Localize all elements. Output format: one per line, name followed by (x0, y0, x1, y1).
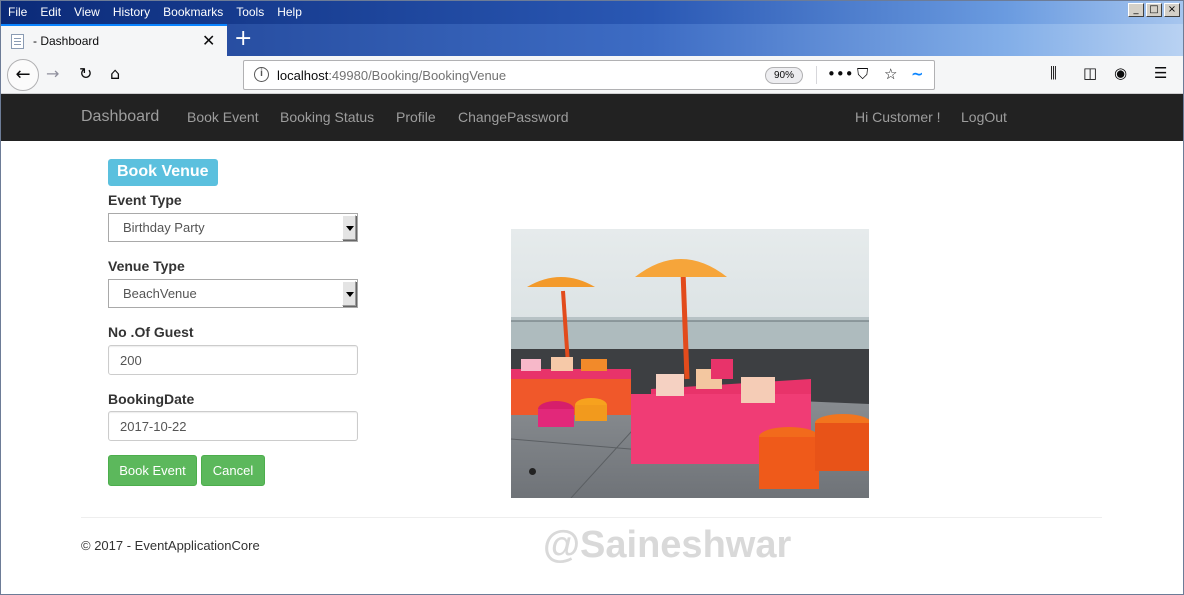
venue-type-label: Venue Type (108, 258, 185, 274)
event-type-select[interactable]: Birthday Party (108, 213, 358, 242)
page-favicon-icon (11, 34, 24, 49)
account-icon[interactable]: ◉ (1114, 64, 1127, 82)
cancel-button[interactable]: Cancel (201, 455, 265, 486)
menu-bookmarks[interactable]: Bookmarks (163, 5, 223, 19)
menu-help[interactable]: Help (277, 5, 302, 19)
url-text[interactable]: localhost:49980/Booking/BookingVenue (277, 68, 506, 83)
guests-input[interactable]: 200 (108, 345, 358, 375)
chevron-down-icon[interactable] (342, 281, 356, 306)
footer-copyright: © 2017 - EventApplicationCore (81, 538, 260, 553)
venue-type-value: BeachVenue (123, 286, 197, 301)
footer-divider (81, 517, 1102, 518)
rooftop-venue-photo (511, 229, 869, 498)
nav-logout[interactable]: LogOut (961, 109, 1007, 125)
close-window-button[interactable]: × (1164, 3, 1180, 17)
menu-bar: File Edit View History Bookmarks Tools H… (0, 0, 1184, 24)
booking-date-input[interactable]: 2017-10-22 (108, 411, 358, 441)
zoom-badge[interactable]: 90% (765, 67, 803, 84)
url-separator (816, 66, 817, 84)
venue-type-select[interactable]: BeachVenue (108, 279, 358, 308)
menu-history[interactable]: History (113, 5, 150, 19)
event-type-label: Event Type (108, 192, 182, 208)
chevron-down-icon[interactable] (342, 215, 356, 240)
tab-dashboard[interactable]: - Dashboard ✕ (0, 24, 227, 56)
nav-change-password[interactable]: ChangePassword (458, 109, 569, 125)
tab-title: - Dashboard (33, 34, 100, 48)
nav-book-event[interactable]: Book Event (187, 109, 259, 125)
menu-view[interactable]: View (74, 5, 100, 19)
bookmark-star-icon[interactable]: ☆ (884, 65, 897, 83)
nav-booking-status[interactable]: Booking Status (280, 109, 374, 125)
booking-date-value: 2017-10-22 (120, 419, 187, 434)
back-icon[interactable]: ← (7, 59, 39, 91)
tab-close-icon[interactable]: ✕ (202, 31, 215, 50)
site-navbar: Dashboard Book Event Booking Status Prof… (0, 94, 1184, 141)
nav-profile[interactable]: Profile (396, 109, 436, 125)
browser-toolbar: ← → ↻ ⌂ i localhost:49980/Booking/Bookin… (0, 56, 1184, 94)
guests-value: 200 (120, 353, 142, 368)
forward-icon[interactable]: → (46, 64, 59, 83)
new-tab-icon[interactable]: + (234, 26, 252, 51)
info-icon[interactable]: i (254, 67, 269, 82)
extension-icon[interactable]: ~ (911, 65, 924, 83)
booking-date-label: BookingDate (108, 391, 195, 407)
menu-tools[interactable]: Tools (236, 5, 264, 19)
reload-icon[interactable]: ↻ (79, 64, 92, 83)
book-event-button[interactable]: Book Event (108, 455, 197, 486)
carousel-indicator[interactable] (529, 468, 536, 475)
nav-greeting[interactable]: Hi Customer ! (855, 109, 941, 125)
book-venue-heading: Book Venue (108, 159, 218, 186)
guests-label: No .Of Guest (108, 324, 194, 340)
watermark: @Saineshwar (543, 524, 792, 566)
pocket-icon[interactable]: ⛉ (857, 65, 868, 83)
menu-edit[interactable]: Edit (40, 5, 61, 19)
sidebar-icon[interactable]: ◫ (1083, 64, 1097, 82)
hamburger-menu-icon[interactable]: ☰ (1154, 64, 1167, 82)
more-icon[interactable]: ••• (827, 65, 854, 83)
brand-link[interactable]: Dashboard (81, 108, 159, 126)
venue-carousel[interactable] (511, 229, 869, 498)
library-icon[interactable]: ⫼ (1050, 64, 1057, 82)
tab-strip: - Dashboard ✕ + (0, 24, 1184, 56)
url-bar[interactable]: i localhost:49980/Booking/BookingVenue 9… (243, 60, 935, 90)
minimize-button[interactable]: _ (1128, 3, 1144, 17)
event-type-value: Birthday Party (123, 220, 205, 235)
maximize-button[interactable]: □ (1146, 3, 1162, 17)
menu-file[interactable]: File (8, 5, 27, 19)
home-icon[interactable]: ⌂ (110, 64, 120, 83)
